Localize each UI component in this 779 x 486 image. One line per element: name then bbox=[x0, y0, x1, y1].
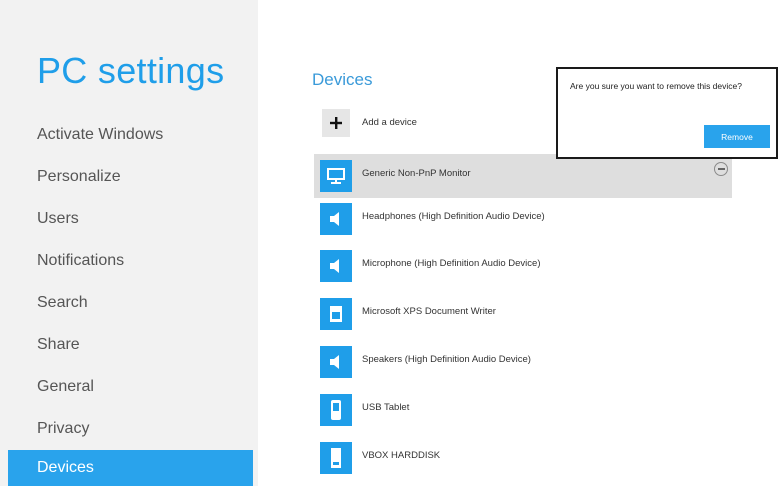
hard-disk-icon bbox=[320, 442, 352, 474]
speaker-icon bbox=[320, 203, 352, 235]
device-label: Generic Non-PnP Monitor bbox=[362, 168, 471, 179]
sidebar-item-personalize[interactable]: Personalize bbox=[8, 159, 253, 195]
sidebar-item-general[interactable]: General bbox=[8, 369, 253, 405]
plus-icon bbox=[322, 109, 350, 137]
remove-confirmation-flyout: Are you sure you want to remove this dev… bbox=[556, 67, 778, 159]
device-label: Speakers (High Definition Audio Device) bbox=[362, 354, 531, 365]
device-row-speakers[interactable]: Speakers (High Definition Audio Device) bbox=[314, 340, 732, 384]
sidebar-item-share[interactable]: Share bbox=[8, 327, 253, 363]
flyout-message: Are you sure you want to remove this dev… bbox=[570, 81, 742, 91]
sidebar-item-users[interactable]: Users bbox=[8, 201, 253, 237]
speaker-icon bbox=[320, 346, 352, 378]
device-row-usb-tablet[interactable]: USB Tablet bbox=[314, 388, 732, 432]
device-row-headphones[interactable]: Headphones (High Definition Audio Device… bbox=[314, 197, 732, 241]
sidebar-item-privacy[interactable]: Privacy bbox=[8, 411, 253, 447]
sidebar-item-search[interactable]: Search bbox=[8, 285, 253, 321]
remove-button[interactable]: Remove bbox=[704, 125, 770, 148]
app-title: PC settings bbox=[37, 50, 225, 91]
sidebar: PC settings Activate Windows Personalize… bbox=[0, 0, 258, 486]
sidebar-item-devices[interactable]: Devices bbox=[8, 450, 253, 486]
device-label: VBOX HARDDISK bbox=[362, 450, 441, 461]
device-row-monitor[interactable]: Generic Non-PnP Monitor bbox=[314, 154, 732, 198]
printer-icon bbox=[320, 298, 352, 330]
device-label: Microphone (High Definition Audio Device… bbox=[362, 258, 541, 269]
device-label: USB Tablet bbox=[362, 402, 410, 413]
monitor-icon bbox=[320, 160, 352, 192]
add-device-label: Add a device bbox=[362, 117, 417, 128]
device-label: Microsoft XPS Document Writer bbox=[362, 306, 496, 317]
device-row-xps-writer[interactable]: Microsoft XPS Document Writer bbox=[314, 292, 732, 336]
usb-device-icon bbox=[320, 394, 352, 426]
remove-device-icon[interactable] bbox=[714, 162, 728, 176]
device-label: Headphones (High Definition Audio Device… bbox=[362, 211, 545, 222]
sidebar-item-notifications[interactable]: Notifications bbox=[8, 243, 253, 279]
device-row-vbox-harddisk[interactable]: VBOX HARDDISK bbox=[314, 436, 732, 480]
device-row-microphone[interactable]: Microphone (High Definition Audio Device… bbox=[314, 244, 732, 288]
speaker-icon bbox=[320, 250, 352, 282]
section-title: Devices bbox=[312, 70, 373, 89]
sidebar-item-activate-windows[interactable]: Activate Windows bbox=[8, 117, 253, 153]
